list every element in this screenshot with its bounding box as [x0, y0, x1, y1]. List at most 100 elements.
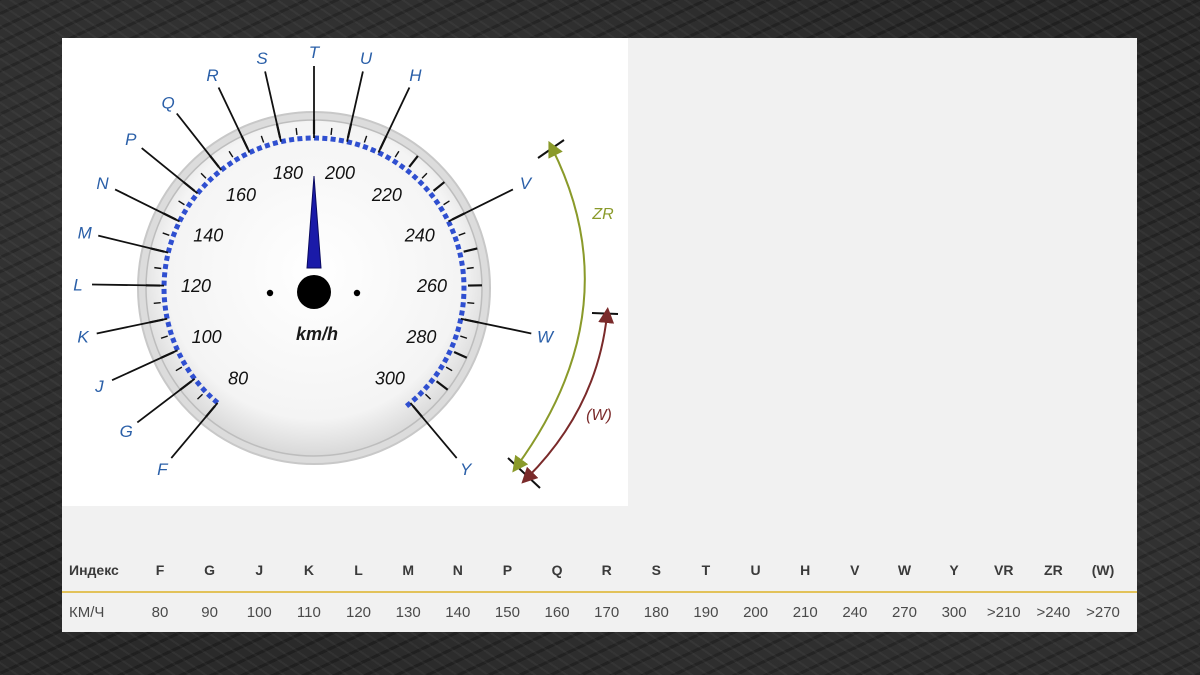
scale-dash	[219, 165, 227, 173]
letter-f: F	[157, 460, 169, 479]
kmh-row-label: КМ/Ч	[69, 604, 105, 621]
scale-dash	[194, 379, 202, 387]
kmh-cell: 200	[743, 604, 769, 621]
letter-s: S	[256, 49, 268, 68]
scale-dash	[459, 260, 465, 267]
bracket-zr-top-tick	[537, 139, 565, 159]
index-cell: K	[303, 562, 314, 578]
scale-dash	[423, 185, 431, 193]
scale-number: 80	[228, 368, 248, 388]
scale-dash	[288, 136, 295, 143]
scale-dash	[455, 326, 462, 333]
kmh-cell: >270	[1086, 604, 1120, 621]
speed-index-card: 80 100 120 140 160 180 200 220 240 260 280 300 F G J K…	[62, 38, 1137, 632]
scale-dash	[417, 179, 425, 187]
kmh-cell: 140	[445, 604, 471, 621]
scale-dash	[177, 215, 185, 223]
letter-k: K	[77, 327, 89, 346]
index-cell: L	[354, 562, 363, 578]
kmh-cell: >210	[986, 604, 1021, 621]
kmh-cell: 120	[346, 604, 372, 621]
scale-dash	[248, 148, 256, 155]
index-cell: S	[651, 562, 661, 578]
index-cell: T	[701, 562, 711, 578]
index-cell: W	[897, 562, 912, 578]
scale-dash	[189, 373, 197, 381]
scale-dash	[272, 140, 279, 147]
scale-dash	[180, 359, 188, 367]
kmh-cell: 270	[891, 604, 917, 621]
scale-dash	[233, 155, 241, 163]
index-cell: U	[750, 562, 761, 578]
scale-dash	[226, 160, 234, 168]
index-cell: VR	[994, 562, 1014, 578]
index-cell: H	[800, 562, 811, 578]
index-cell: Q	[551, 562, 563, 578]
letter-t: T	[309, 43, 321, 62]
gauge-dot-right	[353, 289, 361, 297]
letter-u: U	[360, 49, 373, 68]
scale-dash	[201, 181, 209, 189]
index-cell: V	[850, 562, 860, 578]
scale-tick	[153, 301, 161, 305]
scale-tick	[467, 301, 475, 305]
scale-number: 120	[181, 276, 211, 296]
kmh-cell: 190	[693, 604, 719, 621]
scale-dash	[411, 173, 419, 181]
scale-dash	[207, 175, 215, 183]
kmh-cell: 110	[296, 604, 321, 621]
scale-dash	[404, 400, 412, 408]
bracket-w-top-tick	[591, 312, 619, 315]
scale-dash	[391, 158, 399, 166]
kmh-cell: 170	[594, 604, 620, 621]
letter-q: Q	[161, 93, 174, 112]
scale-dash	[176, 352, 184, 359]
letter-g: G	[120, 422, 133, 441]
w-bracket-label: (W)	[586, 407, 612, 424]
scale-number: 240	[404, 226, 435, 246]
kmh-cell: 300	[941, 604, 967, 621]
index-row-label: Индекс	[69, 562, 119, 578]
scale-dash	[398, 163, 406, 171]
scale-dash	[369, 146, 377, 154]
scale-dash	[384, 154, 392, 161]
letter-line	[92, 283, 165, 287]
scale-dash	[167, 329, 174, 336]
scale-dash	[206, 392, 214, 400]
index-row: Индекс F G J K L M N P Q R S T U H V W Y VR ZR (W)	[62, 550, 1137, 590]
scale-dash	[377, 150, 385, 158]
scale-dash	[428, 377, 436, 385]
bracket-bottom-tick	[507, 457, 541, 489]
scale-dash	[433, 198, 441, 206]
zr-arc	[512, 140, 586, 473]
kmh-cell: 90	[201, 604, 218, 621]
index-cell: ZR	[1044, 562, 1063, 578]
scale-dash	[460, 301, 466, 308]
scale-dash	[173, 223, 181, 230]
scale-dash	[264, 142, 271, 149]
letter-r: R	[206, 66, 218, 85]
scale-number: 180	[273, 163, 303, 183]
scale-dash	[455, 243, 462, 251]
scale-dash	[200, 386, 208, 394]
scale-number: 140	[193, 226, 223, 246]
scale-dash	[212, 397, 220, 405]
scale-dash	[181, 208, 189, 216]
scale-dash	[442, 356, 449, 364]
kmh-row: КМ/Ч 80 90 100 110 120 130 140 150 160 170 180 190 2…	[62, 592, 1137, 632]
speedometer-panel: 80 100 120 140 160 180 200 220 240 260 280 300 F G J K…	[62, 38, 628, 506]
scale-dash	[460, 268, 466, 275]
scale-dash	[362, 143, 369, 151]
scale-dash	[449, 228, 457, 235]
letter-m: M	[78, 223, 93, 242]
letter-l: L	[73, 275, 82, 294]
letter-y: Y	[460, 460, 473, 479]
scale-dash	[184, 366, 192, 374]
scale-number: 220	[371, 185, 402, 205]
kmh-cell: 150	[494, 604, 520, 621]
scale-dash	[162, 305, 169, 311]
scale-dash	[446, 349, 453, 356]
scale-dash	[173, 344, 180, 352]
scale-dash	[433, 370, 441, 378]
index-cell: P	[502, 562, 513, 578]
